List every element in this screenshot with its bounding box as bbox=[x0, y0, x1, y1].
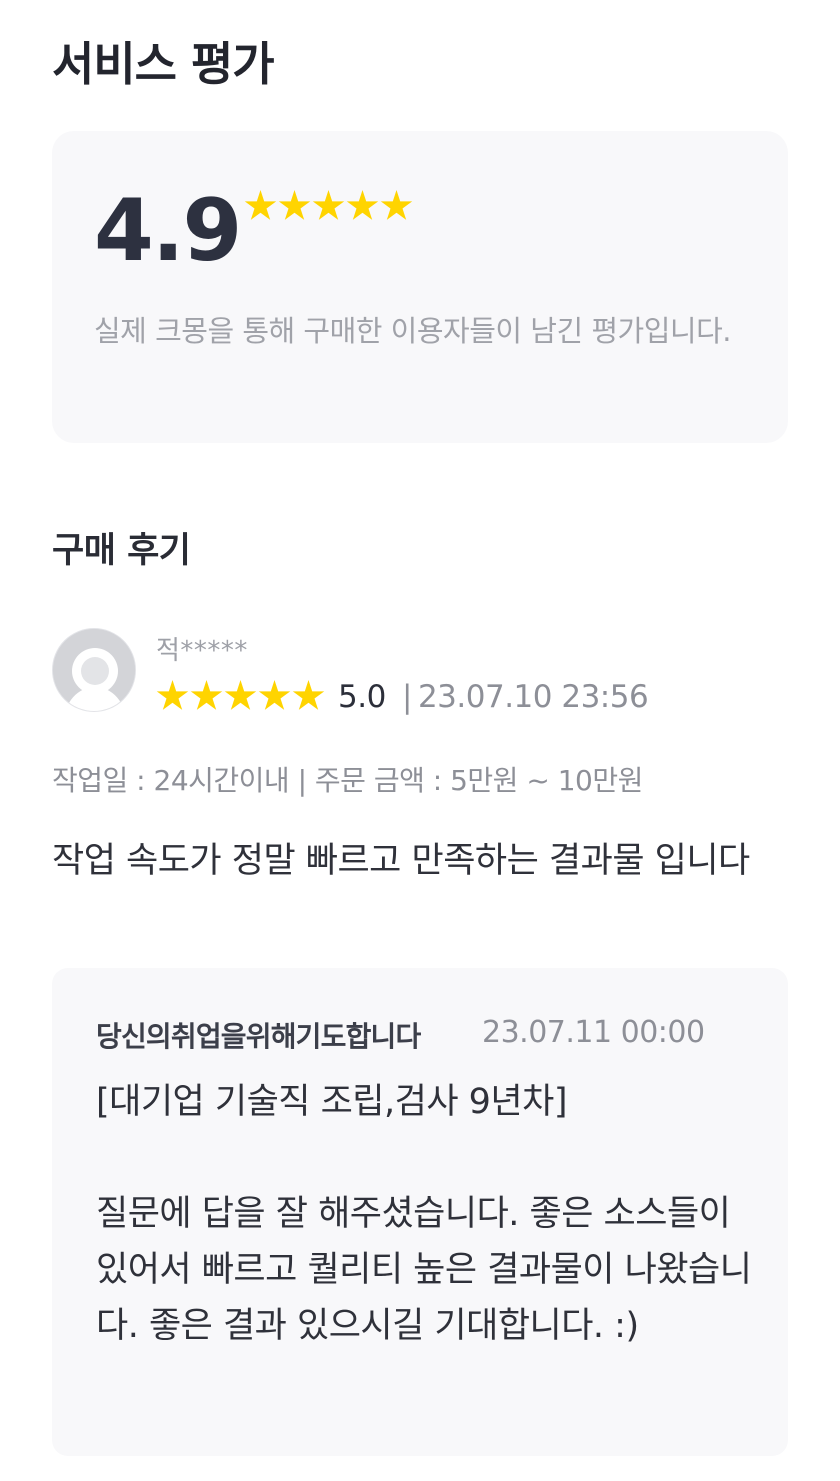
star-icon bbox=[346, 190, 379, 220]
star-icon bbox=[380, 190, 413, 220]
rating-description: 실제 크몽을 통해 구매한 이용자들이 남긴 평가입니다. bbox=[94, 314, 732, 348]
reviewer-name: 적***** bbox=[156, 636, 248, 666]
reply-author: 당신의취업을위해기도합니다 bbox=[96, 1020, 421, 1053]
review-date-separator: | bbox=[402, 679, 412, 715]
star-icon bbox=[190, 680, 223, 710]
service-rating-title: 서비스 평가 bbox=[52, 37, 275, 91]
avatar-silhouette-icon bbox=[53, 629, 135, 711]
review-date: | 23.07.10 23:56 bbox=[402, 679, 649, 715]
review-score: 5.0 bbox=[338, 679, 386, 715]
review-order-meta: 작업일 : 24시간이내 | 주문 금액 : 5만원 ~ 10만원 bbox=[52, 764, 643, 797]
review-text: 작업 속도가 정말 빠르고 만족하는 결과물 입니다 bbox=[52, 841, 750, 881]
average-star-rating bbox=[244, 190, 413, 223]
star-icon bbox=[156, 680, 189, 710]
average-score: 4.9 bbox=[94, 181, 242, 281]
star-icon bbox=[244, 190, 277, 220]
reviews-section-title: 구매 후기 bbox=[52, 531, 191, 571]
reply-date: 23.07.11 00:00 bbox=[482, 1015, 705, 1050]
reply-text: [대기업 기술직 조립,검사 9년차] 질문에 답을 잘 해주셨습니다. 좋은 … bbox=[96, 1082, 752, 1346]
star-icon bbox=[312, 190, 345, 220]
star-icon bbox=[278, 190, 311, 220]
star-icon bbox=[258, 680, 291, 710]
default-user-avatar-icon bbox=[52, 628, 136, 712]
star-icon bbox=[224, 680, 257, 710]
review-star-rating bbox=[156, 680, 325, 713]
star-icon bbox=[292, 680, 325, 710]
review-date-value: 23.07.10 23:56 bbox=[417, 679, 649, 715]
rating-summary-card bbox=[52, 131, 788, 443]
